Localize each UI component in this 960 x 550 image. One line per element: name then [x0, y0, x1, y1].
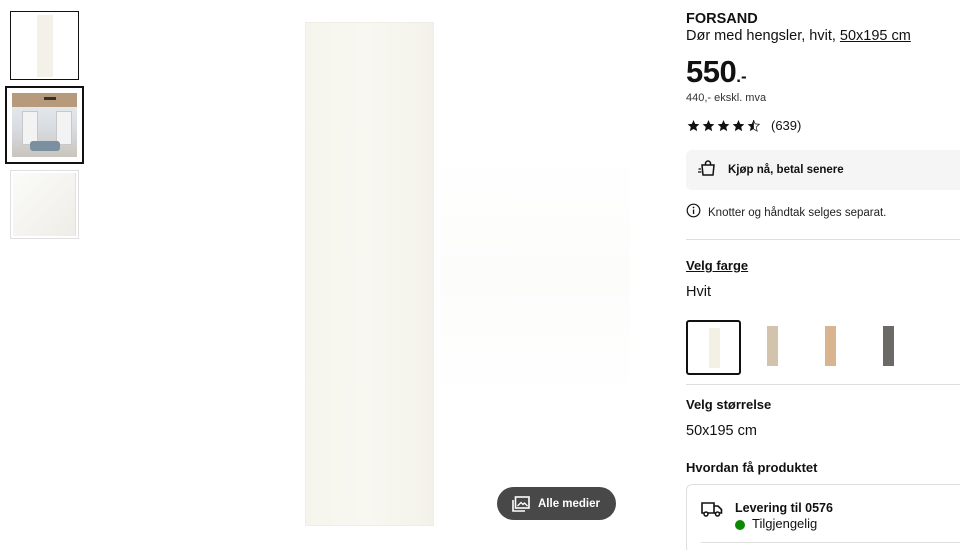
product-name: FORSAND — [686, 11, 758, 27]
image-fade — [440, 150, 630, 400]
swatch-color — [766, 326, 778, 366]
swatch-color — [882, 326, 894, 366]
star-rating — [686, 119, 761, 133]
selected-size: 50x195 cm — [686, 423, 757, 439]
choose-size-heading[interactable]: Velg størrelse — [686, 397, 771, 412]
product-info-panel: FORSAND Dør med hengsler, hvit, 50x195 c… — [686, 0, 960, 550]
door-detail-image — [13, 173, 76, 236]
availability-status-dot — [735, 520, 745, 530]
door-image — [37, 15, 53, 77]
star-icon — [702, 119, 715, 131]
choose-color-link[interactable]: Velg farge — [686, 258, 748, 273]
swatch-color — [824, 326, 836, 366]
size-link[interactable]: 50x195 cm — [840, 28, 911, 44]
color-swatch-grey[interactable] — [860, 320, 915, 375]
price-suffix: .- — [736, 67, 747, 86]
truck-icon — [701, 500, 723, 523]
divider — [686, 384, 960, 385]
image-gallery-icon — [512, 495, 530, 512]
availability-text: Tilgjengelig — [752, 516, 818, 531]
main-product-image[interactable]: Alle medier — [90, 0, 670, 550]
room-image — [12, 93, 77, 157]
product-description: Dør med hengsler, hvit, 50x195 cm — [686, 28, 911, 44]
shopping-bag-icon — [698, 159, 718, 181]
buy-now-pay-later-banner[interactable]: Kjøp nå, betal senere — [686, 150, 960, 190]
description-text: Dør med hengsler, hvit, — [686, 28, 840, 44]
thumbnail-rail — [0, 0, 90, 550]
half-star-icon — [747, 119, 761, 132]
thumbnail-room-interior[interactable] — [5, 86, 84, 164]
star-icon — [717, 119, 730, 131]
product-price: 550.- — [686, 54, 747, 90]
all-media-label: Alle medier — [538, 497, 600, 510]
handles-notice: Knotter og håndtak selges separat. — [686, 203, 886, 223]
rating-summary[interactable]: (639) — [686, 118, 801, 133]
thumbnail-door-front[interactable] — [10, 11, 79, 80]
price-value: 550 — [686, 54, 737, 89]
how-to-get-heading: Hvordan få produktet — [686, 460, 818, 475]
star-icon — [732, 119, 745, 131]
star-icon — [687, 119, 700, 131]
rating-count: (639) — [771, 118, 802, 133]
info-icon — [686, 203, 701, 223]
buy-now-pay-later-label: Kjøp nå, betal senere — [728, 164, 844, 176]
delivery-option-card[interactable]: Levering til 0576 Tilgjengelig — [686, 484, 960, 550]
divider — [701, 542, 960, 543]
color-swatch-white[interactable] — [686, 320, 741, 375]
handles-notice-text: Knotter og håndtak selges separat. — [708, 207, 887, 219]
color-swatch-oak[interactable] — [802, 320, 857, 375]
color-swatch-beige[interactable] — [744, 320, 799, 375]
delivery-title[interactable]: Levering til 0576 — [735, 501, 833, 515]
price-excl-vat: 440,- ekskl. mva — [686, 92, 767, 104]
thumbnail-door-detail[interactable] — [10, 170, 79, 239]
divider — [686, 239, 960, 240]
door-image-large — [305, 22, 434, 526]
all-media-button[interactable]: Alle medier — [497, 487, 616, 520]
swatch-color — [708, 328, 720, 368]
selected-color: Hvit — [686, 284, 711, 300]
